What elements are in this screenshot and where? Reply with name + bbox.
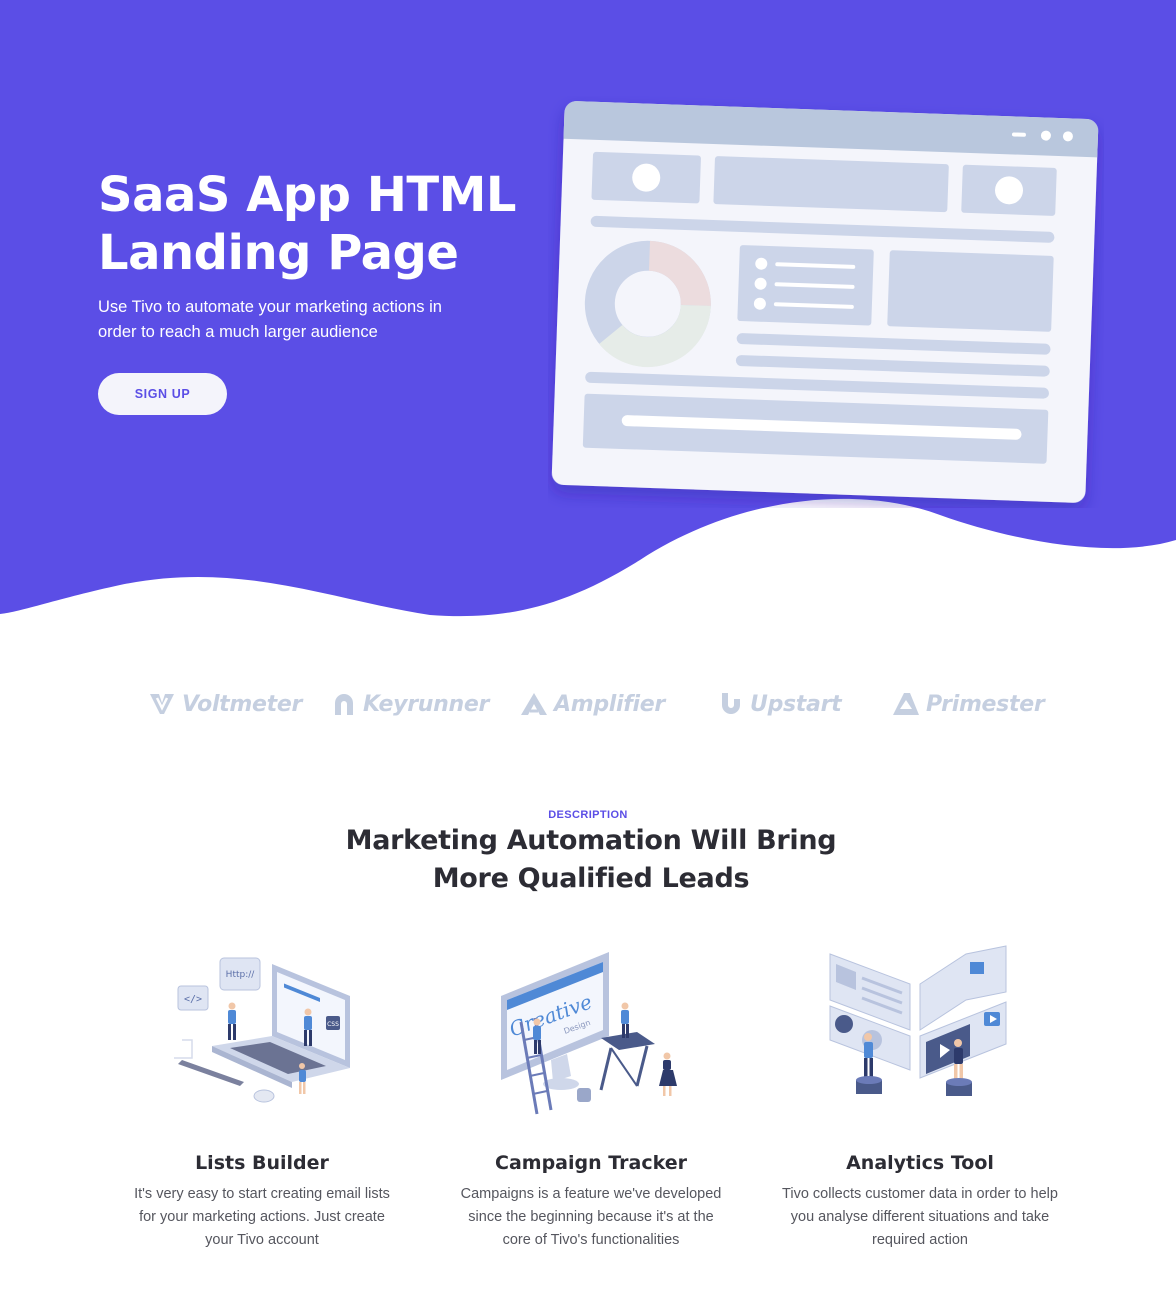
primester-logo-icon [893,693,919,715]
section-title: Marketing Automation Will Bring More Qua… [345,825,837,894]
svg-text:</>: </> [184,994,202,1005]
logo-name: Voltmeter [182,691,303,717]
logo-voltmeter: Voltmeter [148,682,302,726]
laptop-team-illustration: </> Http:// CSS [174,957,350,1103]
feature-card-lists-builder: </> Http:// CSS Lists Builder It's very … [112,940,412,1252]
feature-title: Analytics Tool [846,1152,994,1174]
logo-primester: Primester [892,682,1045,726]
svg-text:Http://: Http:// [226,970,256,980]
hero-title: SaaS App HTML Landing Page [98,167,516,281]
logo-name: Keyrunner [363,691,490,717]
hero-subtitle: Use Tivo to automate your marketing acti… [98,298,442,341]
logo-keyrunner: Keyrunner [331,682,489,726]
analytics-dashboard-illustration [829,945,1007,1096]
voltmeter-logo-icon [150,694,174,714]
keyrunner-logo-icon [335,694,353,715]
svg-text:CSS: CSS [327,1021,339,1028]
dashboard-mockup-illustration [551,101,1099,503]
feature-title: Lists Builder [195,1152,329,1174]
sign-up-button[interactable]: SIGN UP [98,373,227,415]
feature-card-analytics-tool: Analytics Tool Tivo collects customer da… [770,940,1070,1252]
logo-upstart: Upstart [718,682,842,726]
feature-text: It's very easy to start creating email l… [134,1186,390,1248]
logo-name: Upstart [750,691,842,717]
logo-name: Primester [926,691,1045,717]
feature-text: Tivo collects customer data in order to … [782,1186,1058,1248]
hero-section: SaaS App HTML Landing Page Use Tivo to a… [0,0,1176,640]
logo-name: Amplifier [554,691,665,717]
feature-text: Campaigns is a feature we've developed s… [460,1186,722,1248]
amplifier-logo-icon [521,693,547,715]
feature-title: Campaign Tracker [495,1152,687,1174]
client-logos-row: Voltmeter Keyrunner Amplifier Upstart Pr… [0,682,1176,726]
creative-design-illustration: Creative Design [501,952,677,1115]
logo-amplifier: Amplifier [520,682,665,726]
feature-card-campaign-tracker: Creative Design Campaign Tracker Campaig… [441,940,741,1252]
upstart-logo-icon [722,693,740,714]
section-eyebrow: DESCRIPTION [548,809,628,821]
